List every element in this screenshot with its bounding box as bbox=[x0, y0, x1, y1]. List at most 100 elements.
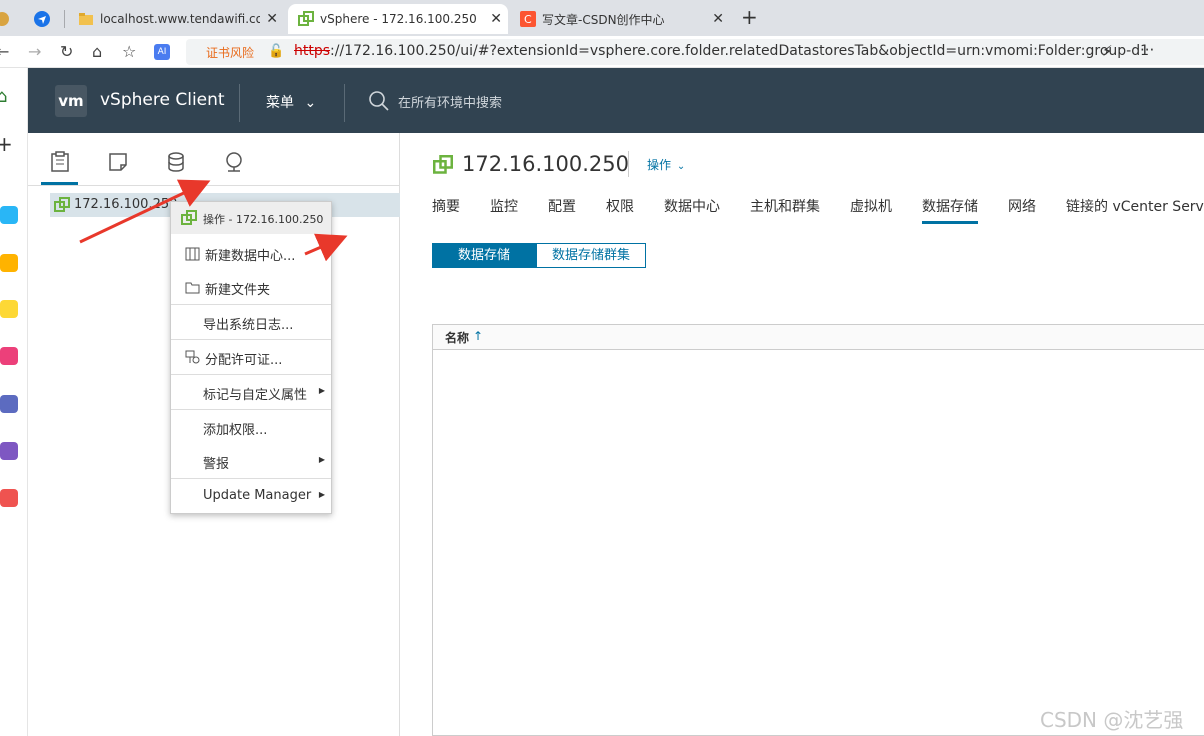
actions-dropdown[interactable]: 操作 ⌄ bbox=[647, 156, 685, 173]
url-text[interactable]: https://172.16.100.250/ui/#?extensionId=… bbox=[294, 43, 1149, 59]
game-app-icon[interactable] bbox=[0, 489, 18, 507]
tab-hosts-clusters[interactable]: 主机和群集 bbox=[750, 196, 820, 216]
header-divider bbox=[344, 84, 345, 122]
tab-vms[interactable]: 虚拟机 bbox=[850, 196, 892, 216]
search-icon bbox=[369, 91, 389, 111]
browser-sidebar: ⌂ + bbox=[0, 68, 28, 736]
vsphere-header: vm vSphere Client 菜单 ⌄ 在所有环境中搜索 bbox=[28, 68, 1204, 133]
menu-dropdown[interactable]: 菜单 ⌄ bbox=[266, 92, 316, 112]
datacenter-icon bbox=[185, 247, 200, 261]
vsphere-icon bbox=[298, 11, 314, 26]
csdn-icon: C bbox=[520, 11, 536, 27]
tab-title: localhost.www.tendawifi.com bbox=[100, 12, 260, 26]
menu-item-alarms[interactable]: 警报 ▶ bbox=[171, 446, 331, 476]
header-divider bbox=[239, 84, 240, 122]
ai-icon[interactable]: AI bbox=[154, 44, 170, 60]
menu-item-label: 标记与自定义属性 bbox=[203, 388, 308, 403]
menu-item-export-logs[interactable]: 导出系统日志... bbox=[171, 307, 331, 337]
submenu-arrow-icon: ▶ bbox=[318, 386, 325, 395]
favorites-icon[interactable]: ☆ bbox=[122, 42, 136, 61]
networking-icon[interactable] bbox=[223, 151, 245, 173]
new-tab-button[interactable]: + bbox=[741, 5, 758, 29]
vcenter-icon bbox=[54, 197, 70, 212]
grid-header: 名称 ↑ bbox=[433, 325, 1204, 350]
close-tab-icon[interactable]: ✕ bbox=[712, 11, 724, 27]
menu-separator bbox=[171, 478, 331, 479]
tab-separator bbox=[64, 10, 65, 28]
tab-datastores[interactable]: 数据存储 bbox=[922, 196, 978, 216]
reload-icon[interactable]: ↻ bbox=[60, 42, 73, 61]
menu-item-new-datacenter[interactable]: 新建数据中心... bbox=[171, 238, 331, 268]
tab-datacenters[interactable]: 数据中心 bbox=[664, 196, 720, 216]
menu-item-label: 新建文件夹 bbox=[205, 283, 271, 298]
tab-monitor[interactable]: 监控 bbox=[490, 196, 518, 216]
tab-linked-vcenter[interactable]: 链接的 vCenter Serve bbox=[1066, 196, 1204, 216]
svg-text:C: C bbox=[524, 13, 532, 26]
home-icon[interactable]: ⌂ bbox=[92, 42, 102, 61]
vms-and-templates-icon[interactable] bbox=[107, 151, 129, 173]
forward-icon[interactable]: → bbox=[28, 42, 41, 61]
tab-networks[interactable]: 网络 bbox=[1008, 196, 1036, 216]
title-divider bbox=[628, 151, 629, 177]
vm-logo: vm bbox=[55, 85, 87, 117]
submenu-arrow-icon: ▶ bbox=[318, 490, 325, 499]
menu-item-new-folder[interactable]: 新建文件夹 bbox=[171, 272, 331, 302]
more-menu-button[interactable]: ··· bbox=[1140, 41, 1154, 59]
add-sidebar-icon[interactable]: + bbox=[0, 132, 13, 156]
menu-separator bbox=[171, 374, 331, 375]
vcenter-icon bbox=[181, 210, 197, 225]
close-tab-icon[interactable]: ✕ bbox=[266, 11, 278, 27]
column-name-header[interactable]: 名称 bbox=[445, 329, 469, 346]
star-app-icon[interactable] bbox=[0, 254, 18, 272]
storage-icon[interactable] bbox=[165, 151, 187, 173]
close-tab-icon[interactable]: ✕ bbox=[490, 11, 502, 27]
submenu-arrow-icon: ▶ bbox=[318, 455, 325, 464]
navigator-tabs bbox=[28, 133, 400, 186]
url-rest: ://172.16.100.250/ui/#?extensionId=vsphe… bbox=[330, 43, 1150, 59]
segment-datastore-clusters[interactable]: 数据存储群集 bbox=[536, 243, 646, 268]
active-tab-indicator bbox=[922, 221, 978, 224]
app-title: vSphere Client bbox=[100, 90, 225, 110]
tab-tendawifi[interactable]: localhost.www.tendawifi.com ✕ bbox=[78, 4, 284, 34]
menu-item-assign-license[interactable]: 分配许可证... bbox=[171, 342, 331, 372]
browser-toolbar: ← → ↻ ⌂ ☆ AI 证书风险 🔓 https://172.16.100.2… bbox=[0, 36, 1204, 68]
profile-avatar[interactable] bbox=[0, 4, 16, 34]
folder-icon bbox=[79, 13, 93, 25]
app-icon-3[interactable] bbox=[0, 300, 18, 318]
back-icon[interactable]: ← bbox=[0, 42, 9, 61]
home-sidebar-icon[interactable]: ⌂ bbox=[0, 86, 7, 107]
menu-item-label: 新建数据中心... bbox=[205, 249, 296, 264]
tab-vsphere[interactable]: vSphere - 172.16.100.250 - ✕ bbox=[288, 4, 508, 34]
avatar-icon bbox=[0, 12, 9, 26]
insecure-lock-icon[interactable]: 🔓 bbox=[268, 44, 284, 59]
menu-item-label: 警报 bbox=[203, 457, 230, 472]
pinned-tab[interactable] bbox=[34, 4, 56, 34]
vcenter-icon bbox=[433, 155, 453, 174]
chat-app-icon[interactable] bbox=[0, 442, 18, 460]
tab-csdn[interactable]: C 写文章-CSDN创作中心 ✕ bbox=[520, 4, 730, 34]
chevron-down-icon: ⌄ bbox=[676, 161, 686, 172]
cert-warning[interactable]: 证书风险 bbox=[206, 44, 254, 61]
tab-summary[interactable]: 摘要 bbox=[432, 196, 460, 216]
tab-configure[interactable]: 配置 bbox=[548, 196, 576, 216]
hosts-and-clusters-icon[interactable] bbox=[49, 151, 71, 173]
ai-app-icon-2[interactable] bbox=[0, 395, 18, 413]
address-bar[interactable]: 证书风险 🔓 https://172.16.100.250/ui/#?exten… bbox=[186, 39, 1204, 65]
tab-permissions[interactable]: 权限 bbox=[606, 196, 634, 216]
app-icon-1[interactable] bbox=[0, 206, 18, 224]
chevron-down-icon: ⌄ bbox=[304, 95, 317, 111]
watermark: CSDN @沈艺强 bbox=[1040, 708, 1184, 732]
menu-item-label: 添加权限... bbox=[203, 423, 268, 438]
search-placeholder: 在所有环境中搜索 bbox=[398, 95, 503, 111]
lightning-icon[interactable]: ⚡ bbox=[1102, 42, 1113, 60]
ai-app-icon[interactable] bbox=[0, 347, 18, 365]
segment-datastores[interactable]: 数据存储 bbox=[432, 243, 536, 268]
tab-title: vSphere - 172.16.100.250 - bbox=[320, 12, 480, 26]
sort-ascending-icon[interactable]: ↑ bbox=[473, 329, 483, 343]
menu-item-add-permission[interactable]: 添加权限... bbox=[171, 412, 331, 442]
menu-item-tags-attributes[interactable]: 标记与自定义属性 ▶ bbox=[171, 377, 331, 407]
global-search[interactable]: 在所有环境中搜索 bbox=[368, 90, 502, 112]
menu-separator bbox=[171, 304, 331, 305]
menu-item-update-manager[interactable]: Update Manager ▶ bbox=[171, 481, 331, 511]
license-icon bbox=[185, 350, 200, 364]
